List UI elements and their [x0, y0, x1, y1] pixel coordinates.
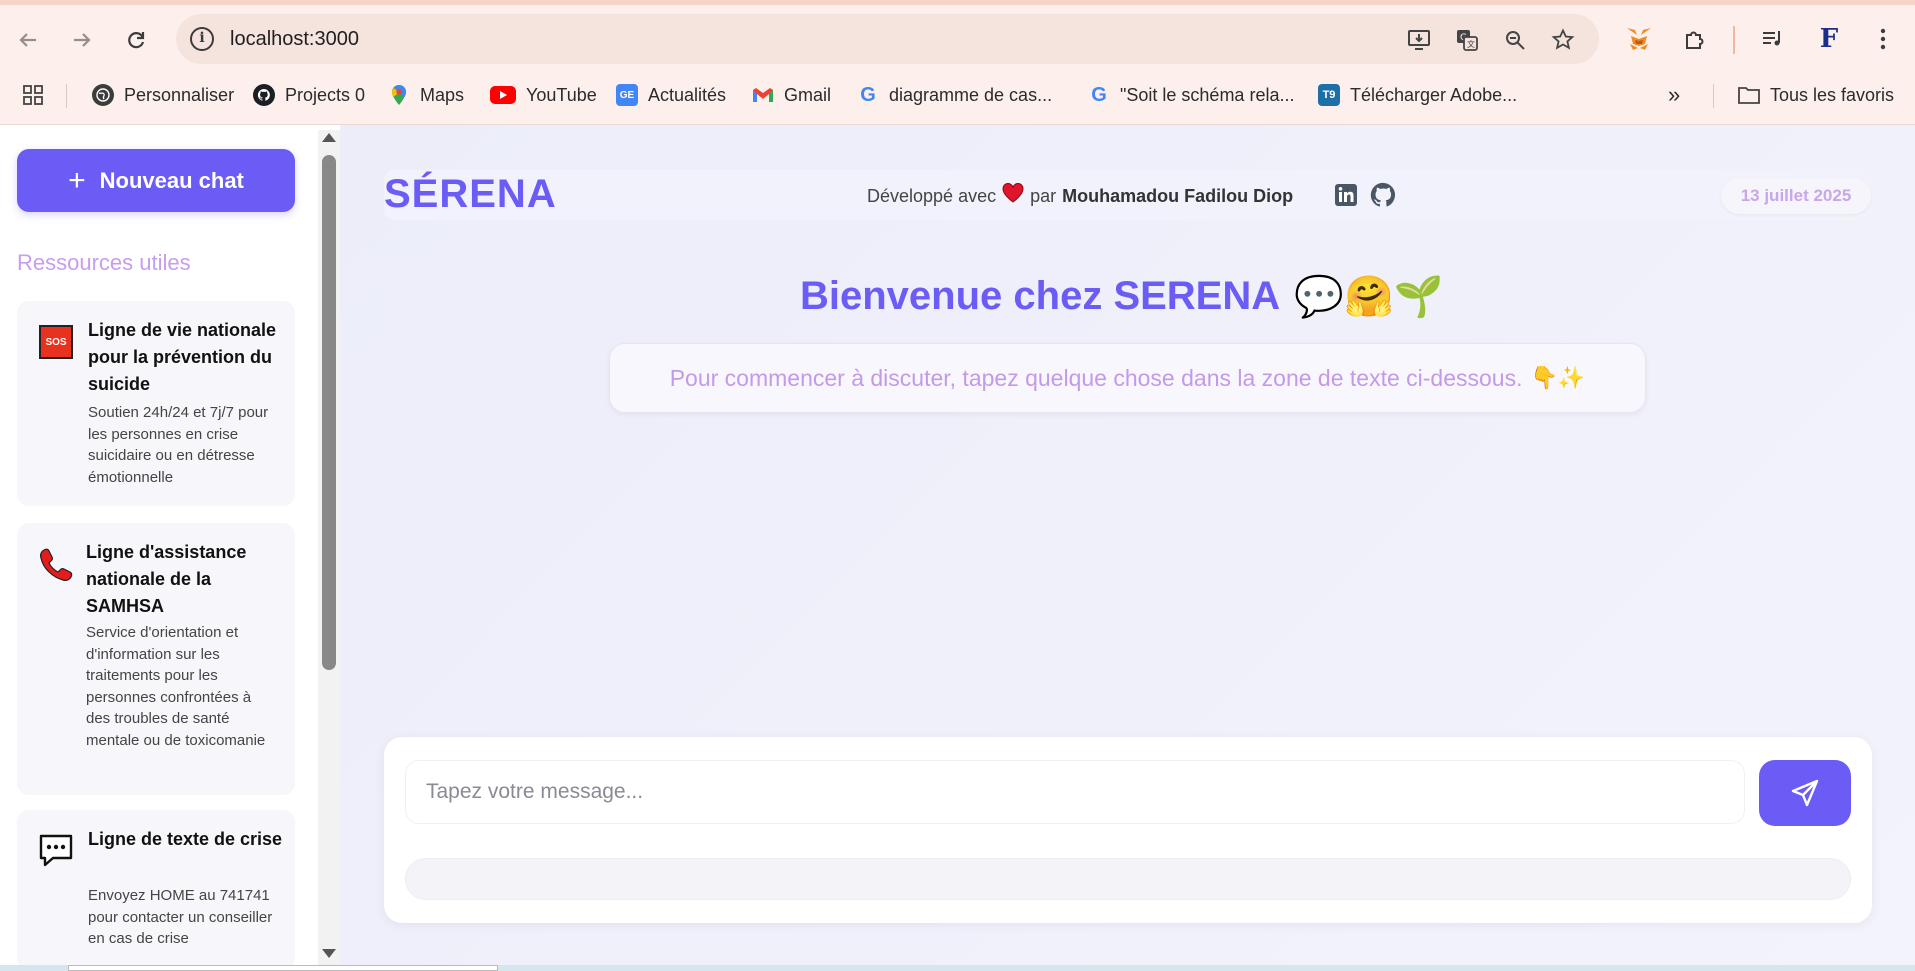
t9-icon: T9: [1318, 84, 1340, 106]
tab-strip-edge: [0, 0, 1915, 5]
resource-description: Soutien 24h/24 et 7j/7 pour les personne…: [88, 404, 269, 486]
address-url[interactable]: localhost:3000: [230, 28, 359, 51]
bookmark-label: "Soit le schéma rela...: [1120, 84, 1295, 105]
plus-icon: +: [68, 163, 86, 197]
google-icon: G: [1091, 83, 1107, 106]
bookmark-label: YouTube: [526, 84, 597, 105]
bookmark-gmail[interactable]: Gmail: [752, 82, 831, 108]
bookmark-maps[interactable]: Maps: [388, 82, 464, 108]
sidebar: + Nouveau chat Ressources utiles SOS Lig…: [0, 125, 340, 970]
zoom-icon[interactable]: [1502, 27, 1528, 53]
resource-title: Ligne d'assistance nationale de la SAMHS…: [86, 542, 247, 616]
welcome-title-text: Bienvenue chez SERENA: [800, 274, 1281, 318]
reload-icon[interactable]: [120, 24, 152, 56]
bookmark-label: Gmail: [784, 84, 832, 105]
bookmarks-overflow-button[interactable]: »: [1668, 82, 1680, 108]
site-info-icon[interactable]: i: [190, 27, 214, 51]
heart-icon: [1002, 182, 1024, 209]
folder-icon: [1738, 84, 1760, 106]
translate-icon[interactable]: G文: [1454, 27, 1480, 53]
bookmark-separator: [1713, 84, 1714, 108]
media-control-icon[interactable]: [1758, 24, 1788, 54]
bookmark-actualites[interactable]: GE Actualités: [616, 82, 726, 108]
back-icon[interactable]: [12, 24, 44, 56]
bookmark-label: Personnaliser: [124, 84, 235, 105]
scrollbar-thumb[interactable]: [322, 155, 336, 670]
all-favorites-folder[interactable]: Tous les favoris: [1738, 82, 1894, 108]
bookmark-projects[interactable]: Projects 0: [253, 82, 365, 108]
new-chat-button[interactable]: + Nouveau chat: [17, 149, 295, 212]
sos-icon-label: SOS: [39, 325, 73, 359]
metamask-fox-icon[interactable]: [1624, 24, 1654, 54]
bookmark-adobe[interactable]: T9 Télécharger Adobe...: [1318, 82, 1517, 108]
send-button[interactable]: [1759, 760, 1851, 826]
svg-text:文: 文: [1467, 39, 1475, 49]
bookmark-personnaliser[interactable]: Personnaliser: [92, 82, 234, 108]
bookmark-label: Tous les favoris: [1770, 84, 1895, 105]
browser-chrome: i localhost:3000 G文 F: [0, 0, 1915, 125]
message-input[interactable]: [405, 760, 1745, 824]
resources-title: Ressources utiles: [17, 250, 191, 275]
bookmark-label: Projects 0: [285, 84, 366, 105]
resource-title: Ligne de vie nationale pour la préventio…: [88, 320, 277, 394]
taskbar-edge: [0, 965, 1915, 971]
bookmark-label: Actualités: [648, 84, 727, 105]
install-app-icon[interactable]: [1406, 27, 1432, 53]
address-bar[interactable]: i localhost:3000 G文: [176, 14, 1599, 64]
developed-with-text: Développé avec: [867, 185, 997, 206]
app-logo[interactable]: SÉRENA: [384, 172, 557, 217]
globe-icon: [92, 84, 114, 106]
github-icon: [253, 84, 275, 106]
bookmark-schema[interactable]: G "Soit le schéma rela...: [1088, 82, 1294, 108]
new-chat-label: Nouveau chat: [99, 167, 244, 193]
resource-title: Ligne de texte de crise: [88, 829, 283, 849]
bookmark-label: Maps: [420, 84, 465, 105]
gmail-icon: [752, 84, 774, 106]
resource-card[interactable]: SOS Ligne de vie nationale pour la préve…: [17, 301, 295, 506]
bookmark-label: Télécharger Adobe...: [1350, 84, 1518, 105]
welcome-title: Bienvenue chez SERENA 💬🤗🌱: [800, 273, 1444, 320]
suggestion-bar[interactable]: [405, 858, 1851, 900]
youtube-icon: [490, 86, 516, 104]
maps-pin-icon: [388, 84, 410, 106]
date-badge: 13 juillet 2025: [1721, 178, 1871, 214]
scroll-down-arrow-icon[interactable]: [322, 949, 336, 958]
profile-avatar[interactable]: F: [1814, 24, 1844, 54]
sos-icon: SOS: [37, 323, 75, 361]
bookmark-label: diagramme de cas...: [889, 84, 1053, 105]
apps-grid-icon[interactable]: [22, 82, 44, 108]
send-icon: [1791, 779, 1819, 807]
extensions-puzzle-icon[interactable]: [1680, 24, 1710, 54]
bookmark-star-icon[interactable]: [1550, 27, 1576, 53]
toolbar-separator: [1733, 26, 1735, 54]
news-icon: GE: [616, 84, 638, 106]
phone-icon: [37, 545, 75, 583]
welcome-emoji-icons: 💬🤗🌱: [1294, 275, 1444, 319]
horizontal-scrollbar[interactable]: [68, 965, 498, 971]
developer-credit: Développé avec par Mouhamadou Fadilou Di…: [867, 182, 1294, 209]
chat-bubble-icon: [37, 832, 75, 870]
hint-text: Pour commencer à discuter, tapez quelque…: [669, 364, 1523, 391]
resource-description: Service d'orientation et d'information s…: [86, 624, 266, 749]
browser-menu-icon[interactable]: [1868, 24, 1898, 54]
bookmark-diagramme[interactable]: G diagramme de cas...: [857, 82, 1052, 108]
pointing-sparkles-icon: 👇✨: [1530, 365, 1586, 390]
message-composer: [384, 737, 1872, 923]
bookmarks-bar: Personnaliser Projects 0 Maps YouTube GE…: [0, 78, 1915, 112]
author-name: Mouhamadou Fadilou Diop: [1062, 185, 1294, 206]
github-icon[interactable]: [1370, 182, 1396, 208]
resource-description: Envoyez HOME au 741741 pour contacter un…: [88, 887, 273, 947]
by-text: par: [1030, 185, 1057, 206]
resource-card[interactable]: Ligne d'assistance nationale de la SAMHS…: [17, 523, 295, 795]
linkedin-icon[interactable]: [1333, 182, 1359, 208]
welcome-hint: Pour commencer à discuter, tapez quelque…: [609, 343, 1646, 413]
scroll-up-arrow-icon[interactable]: [322, 133, 336, 142]
forward-icon[interactable]: [66, 24, 98, 56]
google-icon: G: [860, 83, 876, 106]
resource-card[interactable]: Ligne de texte de crise Envoyez HOME au …: [17, 810, 295, 970]
bookmark-youtube[interactable]: YouTube: [490, 82, 597, 108]
bookmark-separator: [66, 84, 67, 108]
